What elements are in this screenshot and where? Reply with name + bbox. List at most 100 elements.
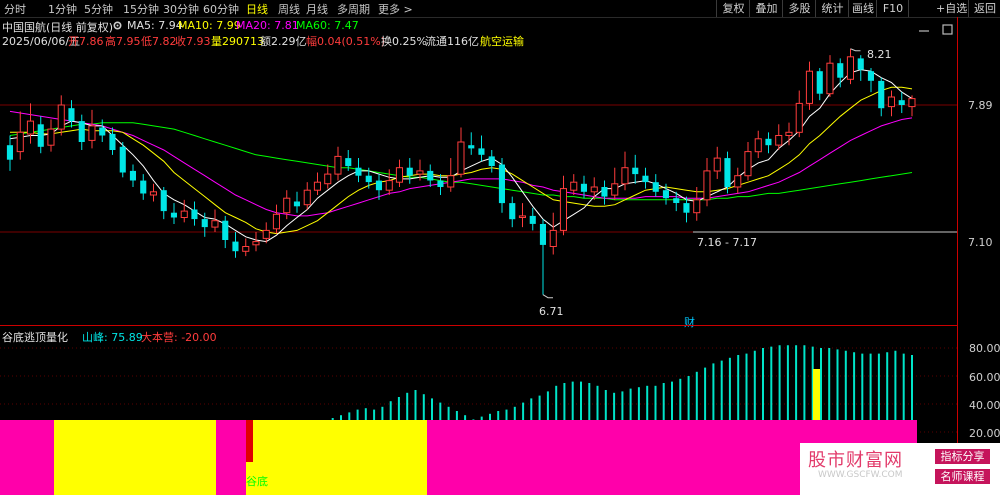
candle-body (724, 158, 731, 187)
candle-body (149, 191, 157, 196)
range-annotation: 7.16 - 7.17 (697, 236, 757, 249)
tab-monthly[interactable]: 月线 (306, 1, 328, 17)
candle-body (775, 135, 783, 146)
candlestick-chart (0, 48, 957, 299)
overlay-button[interactable]: 叠加 (749, 0, 783, 17)
bottom-signal-bar (246, 420, 253, 462)
candle-body (580, 183, 587, 192)
candle-body (37, 124, 44, 147)
indicator-axis-label: 80.00 (969, 342, 1000, 355)
adjust-button[interactable]: 复权 (716, 0, 750, 17)
tab-more[interactable]: 更多 > (378, 1, 413, 17)
candle-body (837, 63, 844, 78)
candle-body (6, 145, 13, 160)
candle-body (191, 209, 198, 220)
candle-body (303, 189, 311, 206)
candle-body (559, 188, 568, 231)
f10-button[interactable]: F10 (876, 0, 909, 17)
candle-body (805, 70, 814, 104)
candle-body (887, 96, 896, 108)
tab-30min[interactable]: 30分钟 (163, 1, 199, 17)
candle-body (406, 167, 413, 176)
price-axis-label: 7.89 (968, 99, 993, 112)
candle-body (478, 148, 485, 155)
candle-body (826, 62, 834, 95)
watermark-tag-share: 指标分享 (935, 449, 990, 464)
high-annotation: 8.21 (867, 48, 892, 61)
candle-body (99, 127, 106, 136)
candle-body (683, 203, 690, 213)
candle-body (395, 167, 403, 183)
candle-body (468, 145, 475, 149)
candle-body (652, 182, 659, 192)
period-toolbar: 分时 1分钟 5分钟 15分钟 30分钟 60分钟 日线 周线 月线 多周期 更… (0, 0, 1000, 18)
candle-body (642, 175, 649, 183)
stats-button[interactable]: 统计 (815, 0, 849, 17)
tab-multi-period[interactable]: 多周期 (337, 1, 370, 17)
add-watchlist-button[interactable]: +自选 (908, 0, 968, 17)
price-axis-label: 7.10 (968, 236, 993, 249)
candle-body (252, 241, 260, 246)
candle-body (119, 146, 126, 173)
candle-body (498, 164, 505, 204)
candle-body (242, 246, 250, 252)
candle-body (734, 175, 742, 188)
back-button[interactable]: 返回 (968, 0, 1000, 17)
candle-body (632, 167, 639, 175)
draw-line-button[interactable]: 画线 (848, 0, 877, 17)
candle-body (26, 120, 34, 135)
candle-body (222, 220, 229, 240)
candle-body (816, 71, 823, 94)
watermark-url: WWW.GSCFW.COM (818, 470, 903, 480)
tab-5min[interactable]: 5分钟 (84, 1, 113, 17)
candle-body (795, 102, 803, 133)
candle-body (211, 220, 219, 228)
indicator-axis-label: 40.00 (969, 399, 1000, 412)
candle-body (375, 180, 382, 191)
candle-body (78, 121, 85, 142)
candle-body (16, 131, 24, 153)
candle-body (385, 180, 393, 191)
candle-body (180, 210, 188, 219)
watermark-tag-course: 名师课程 (935, 469, 990, 484)
price-axis-line (957, 17, 958, 495)
candle-body (57, 104, 65, 130)
tab-1min[interactable]: 1分钟 (48, 1, 77, 17)
candle-body (785, 131, 793, 137)
candle-body (129, 170, 136, 181)
tab-intraday[interactable]: 分时 (4, 1, 26, 17)
candle-body (47, 128, 55, 146)
low-leader-line (542, 294, 553, 299)
candle-body (601, 187, 608, 197)
candle-body (283, 197, 291, 214)
candle-body (673, 198, 680, 203)
candle-body (457, 141, 465, 175)
candle-body (754, 138, 762, 153)
candle-body (908, 98, 916, 108)
candle-body (160, 190, 167, 212)
tab-weekly[interactable]: 周线 (278, 1, 300, 17)
candle-body (703, 170, 711, 201)
candle-body (621, 167, 629, 185)
candle-body (857, 58, 864, 70)
multi-stock-button[interactable]: 多股 (782, 0, 816, 17)
tab-15min[interactable]: 15分钟 (123, 1, 159, 17)
candle-body (765, 138, 772, 146)
candle-body (109, 133, 116, 150)
candle-body (437, 180, 444, 187)
candle-body (88, 125, 96, 141)
candle-body (693, 199, 701, 214)
candle-body (232, 241, 239, 252)
candle-body (570, 181, 578, 191)
bottom-signal-label: 谷底 (246, 475, 268, 488)
camp-segment (246, 420, 427, 495)
candle-body (140, 180, 147, 194)
tab-60min[interactable]: 60分钟 (203, 1, 239, 17)
camp-segment (54, 420, 216, 495)
candle-body (549, 229, 557, 247)
tab-daily[interactable]: 日线 (246, 1, 268, 17)
candle-body (713, 157, 721, 172)
candle-body (488, 156, 495, 166)
candle-body (68, 108, 75, 122)
candle-body (867, 71, 874, 81)
